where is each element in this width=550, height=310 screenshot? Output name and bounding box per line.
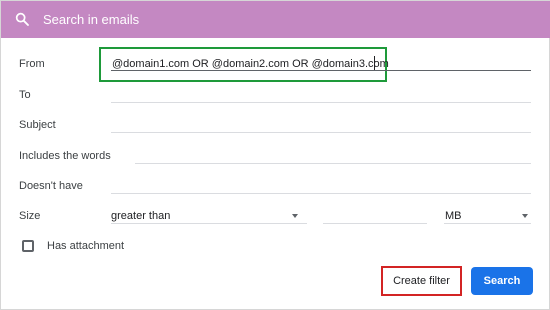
includes-words-input[interactable] <box>135 163 531 164</box>
search-filter-panel: Search in emails From @domain1.com OR @d… <box>0 0 550 310</box>
from-field-underline <box>111 70 531 71</box>
size-unit-value: MB <box>445 210 462 222</box>
create-filter-button[interactable]: Create filter <box>381 266 462 296</box>
chevron-down-icon <box>292 214 298 218</box>
search-icon[interactable] <box>14 11 30 27</box>
size-label: Size <box>19 210 41 222</box>
search-placeholder[interactable]: Search in emails <box>43 12 139 27</box>
subject-label: Subject <box>19 119 56 131</box>
to-label: To <box>19 89 31 101</box>
to-input[interactable] <box>111 102 531 103</box>
includes-words-label: Includes the words <box>19 150 111 162</box>
size-unit-underline <box>444 223 531 224</box>
chevron-down-icon <box>522 214 528 218</box>
subject-input[interactable] <box>111 132 531 133</box>
search-bar[interactable]: Search in emails <box>1 1 550 38</box>
size-value-input[interactable] <box>323 223 427 224</box>
has-attachment-checkbox[interactable] <box>22 240 34 252</box>
doesnt-have-label: Doesn't have <box>19 180 83 192</box>
has-attachment-label[interactable]: Has attachment <box>47 240 124 252</box>
from-label: From <box>19 58 45 70</box>
doesnt-have-input[interactable] <box>111 193 531 194</box>
size-operator-underline <box>111 223 307 224</box>
size-operator-value: greater than <box>111 210 171 222</box>
text-caret <box>374 56 375 71</box>
search-button[interactable]: Search <box>471 267 533 295</box>
from-input[interactable]: @domain1.com OR @domain2.com OR @domain3… <box>112 58 389 70</box>
